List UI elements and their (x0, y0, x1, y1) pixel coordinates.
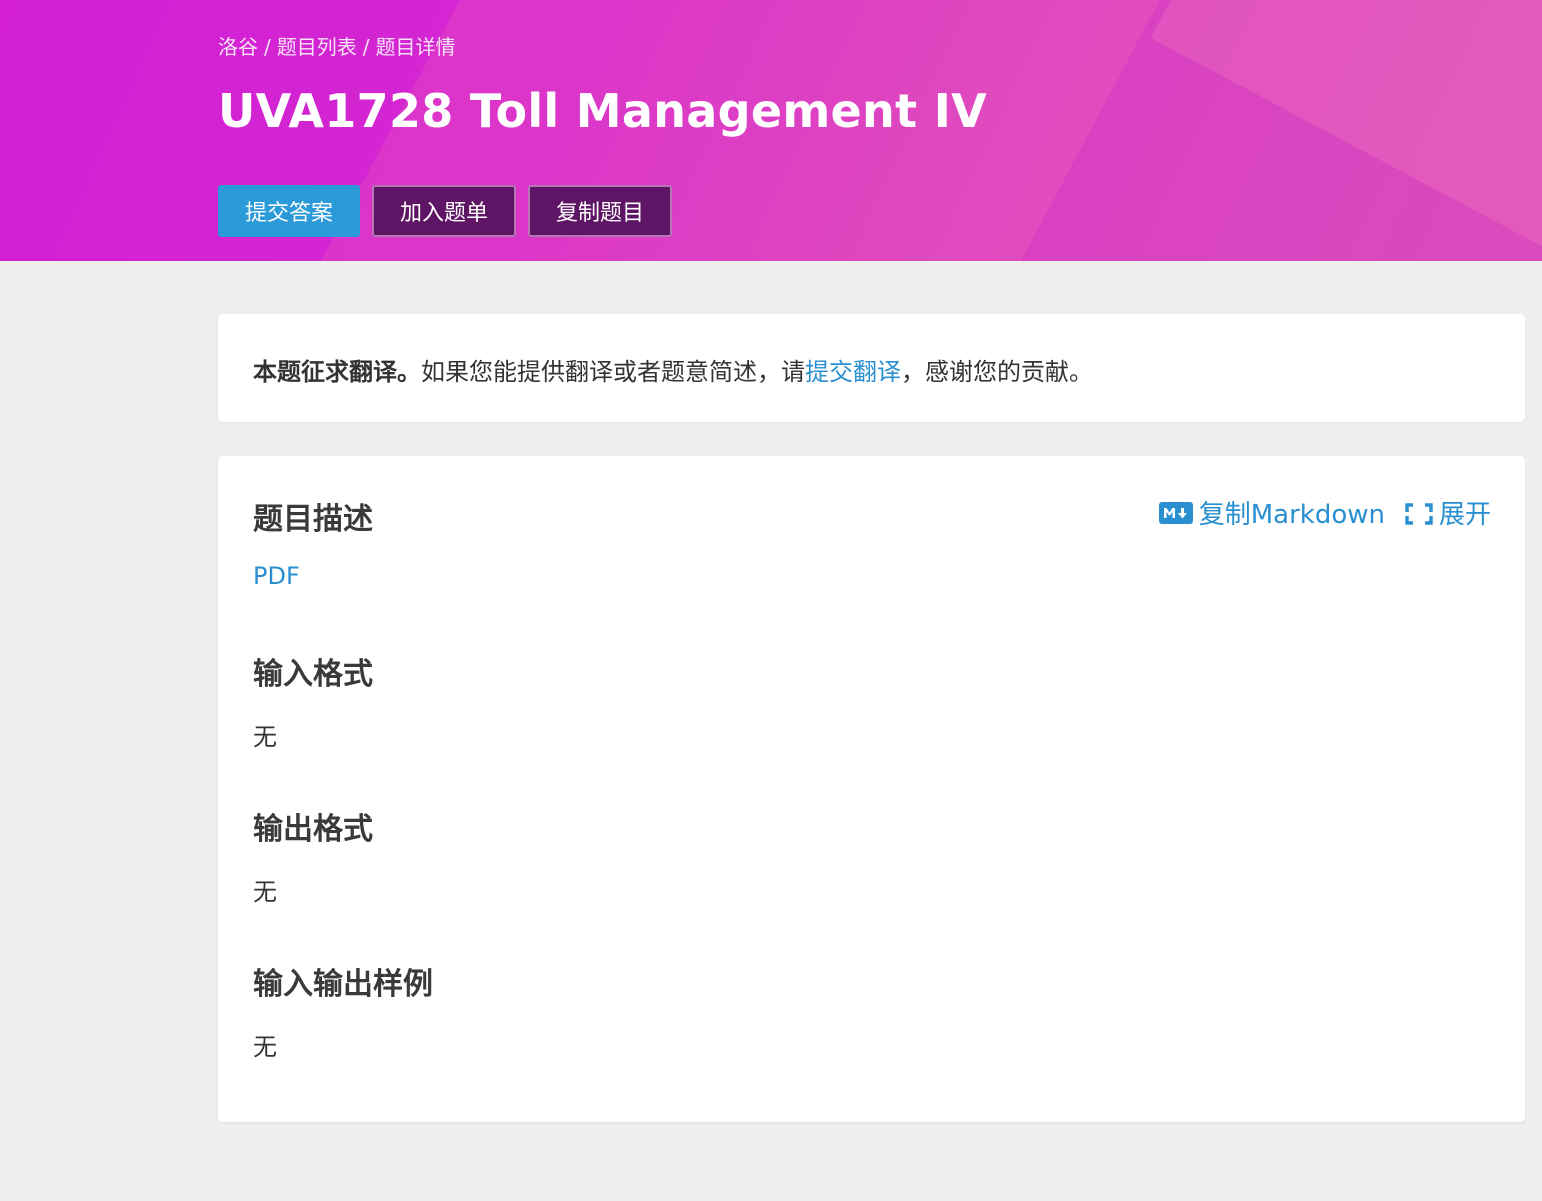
translation-notice-card: 本题征求翻译。如果您能提供翻译或者题意简述，请提交翻译，感谢您的贡献。 (218, 314, 1525, 422)
breadcrumb-separator: / (362, 35, 370, 59)
action-buttons: 提交答案 加入题单 复制题目 (218, 185, 672, 237)
page-title: UVA1728 Toll Management IV (218, 84, 988, 138)
page-header: 洛谷 / 题目列表 / 题目详情 UVA1728 Toll Management IV … (0, 0, 1542, 261)
problem-content-card: 复制Markdown 展开 题目描述 PDF 输入格式 无 输出格式 无 输入输… (218, 456, 1525, 1122)
submit-answer-button[interactable]: 提交答案 (218, 185, 360, 237)
copy-markdown-button[interactable]: 复制Markdown (1158, 494, 1385, 531)
breadcrumb-item-problem-detail: 题目详情 (375, 35, 456, 59)
input-format-heading: 输入格式 (253, 657, 373, 692)
samples-heading: 输入输出样例 (253, 967, 433, 1002)
pdf-link[interactable]: PDF (253, 562, 300, 590)
description-heading: 题目描述 (253, 502, 373, 537)
breadcrumb: 洛谷 / 题目列表 / 题目详情 (218, 31, 456, 60)
output-format-heading: 输出格式 (253, 812, 373, 847)
output-format-body: 无 (253, 878, 277, 906)
samples-body: 无 (253, 1033, 277, 1061)
breadcrumb-item-home[interactable]: 洛谷 (218, 35, 258, 59)
markdown-icon (1158, 501, 1193, 524)
problem-tools: 复制Markdown 展开 (1158, 494, 1491, 531)
submit-translation-link[interactable]: 提交翻译 (805, 358, 901, 386)
breadcrumb-item-problem-list[interactable]: 题目列表 (277, 35, 357, 59)
copy-markdown-label: 复制Markdown (1198, 500, 1385, 530)
notice-strong-text: 本题征求翻译。 (253, 358, 421, 386)
copy-problem-button[interactable]: 复制题目 (528, 185, 672, 237)
input-format-body: 无 (253, 723, 277, 751)
expand-icon (1405, 502, 1433, 525)
expand-button[interactable]: 展开 (1405, 494, 1491, 531)
breadcrumb-separator: / (264, 35, 271, 59)
header-decoration (1150, 0, 1542, 261)
notice-text-before: 如果您能提供翻译或者题意简述，请 (421, 358, 805, 386)
add-to-list-button[interactable]: 加入题单 (372, 185, 516, 237)
expand-label: 展开 (1438, 500, 1491, 530)
translation-notice: 本题征求翻译。如果您能提供翻译或者题意简述，请提交翻译，感谢您的贡献。 (253, 352, 1093, 387)
notice-text-after: ，感谢您的贡献。 (901, 358, 1093, 386)
